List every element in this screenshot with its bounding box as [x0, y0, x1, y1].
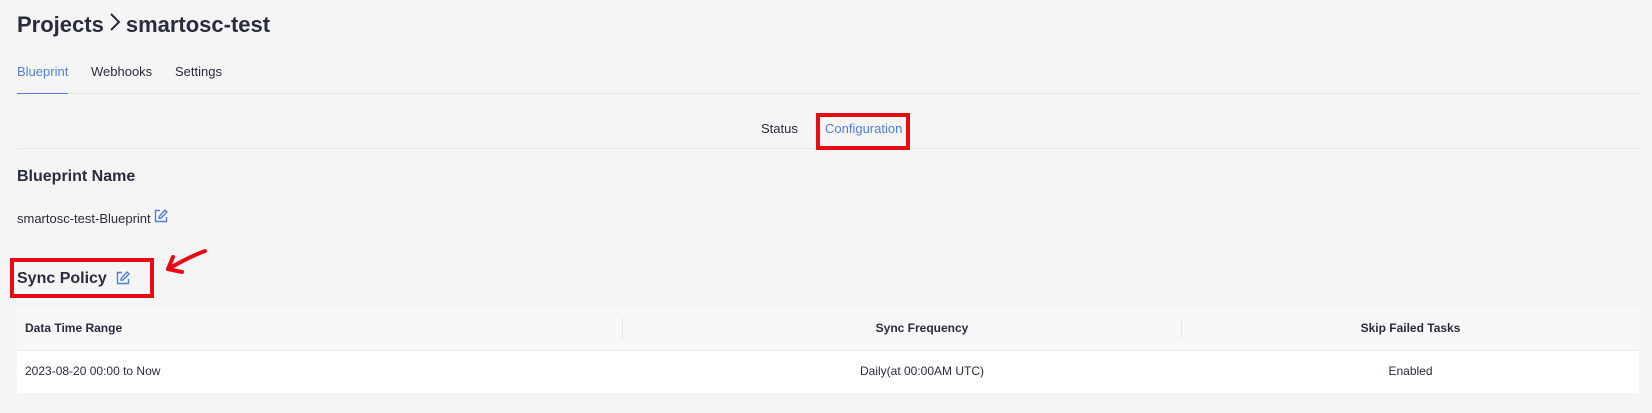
highlight-box-configuration [816, 113, 910, 150]
tab-webhooks[interactable]: Webhooks [91, 64, 152, 93]
column-header-sync-frequency: Sync Frequency [875, 321, 969, 335]
table-header: Data Time Range Sync Frequency Skip Fail… [17, 307, 1639, 351]
column-header-data-time-range: Data Time Range [25, 321, 123, 335]
tab-settings[interactable]: Settings [175, 64, 222, 93]
main-tabs: Blueprint Webhooks Settings [17, 0, 1642, 94]
red-arrow-icon [166, 249, 207, 274]
subtab-status[interactable]: Status [761, 121, 798, 136]
sync-policy-table: Data Time Range Sync Frequency Skip Fail… [17, 307, 1639, 393]
cell-data-time-range: 2023-08-20 00:00 to Now [25, 364, 161, 378]
edit-blueprint-name-icon[interactable] [154, 209, 168, 223]
tab-blueprint[interactable]: Blueprint [17, 64, 69, 94]
blueprint-name-value: smartosc-test-Blueprint [17, 211, 151, 226]
cell-sync-frequency: Daily(at 00:00AM UTC) [859, 364, 985, 378]
blueprint-name-heading: Blueprint Name [17, 168, 136, 185]
column-header-skip-failed-tasks: Skip Failed Tasks [1360, 321, 1461, 335]
cell-skip-failed-tasks: Enabled [1388, 364, 1433, 378]
highlight-box-sync-policy [10, 258, 154, 298]
